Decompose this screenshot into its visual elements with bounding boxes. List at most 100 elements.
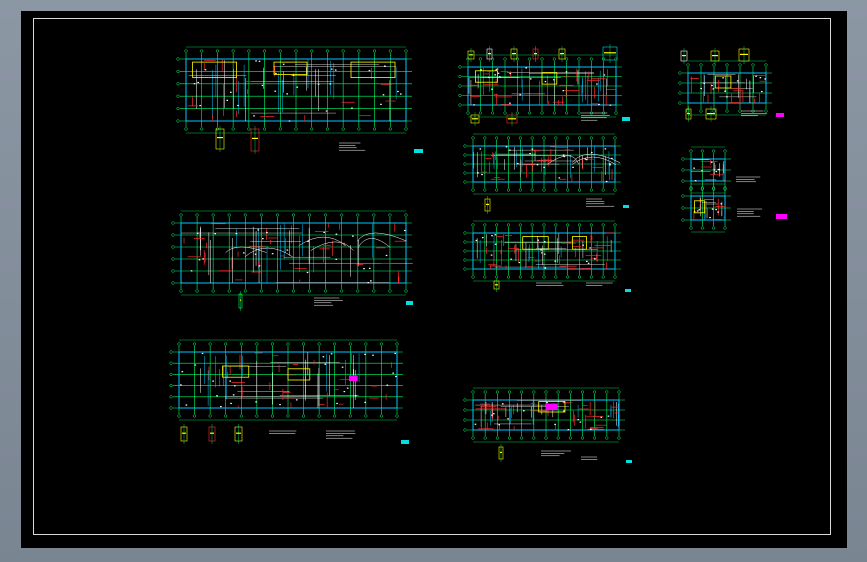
fixture bbox=[306, 271, 309, 274]
floor-plan-10 bbox=[681, 183, 731, 233]
fixture bbox=[543, 240, 546, 243]
fixture bbox=[693, 167, 695, 169]
axis-bubble bbox=[259, 289, 263, 293]
axis-bubble bbox=[589, 188, 593, 192]
axis-bubble bbox=[471, 223, 475, 227]
fixture bbox=[216, 395, 218, 397]
fixture bbox=[579, 421, 582, 423]
fixture bbox=[229, 380, 231, 382]
fixture bbox=[197, 81, 199, 84]
fixture bbox=[717, 211, 719, 213]
axis-bubble bbox=[723, 149, 727, 153]
axis-bubble bbox=[613, 188, 617, 192]
detail-fill bbox=[236, 432, 241, 434]
fixture bbox=[196, 232, 199, 234]
detail-8b bbox=[705, 106, 717, 122]
axis-bubble bbox=[211, 289, 215, 293]
fixture bbox=[385, 254, 388, 257]
fixture bbox=[384, 65, 386, 67]
axis-bubble bbox=[507, 390, 512, 394]
fixture bbox=[491, 235, 493, 237]
axis-bubble bbox=[227, 289, 231, 293]
axis-bubble bbox=[404, 127, 408, 131]
axis-bubble bbox=[247, 49, 251, 53]
axis-bubble bbox=[699, 63, 703, 67]
axis-bubble bbox=[725, 63, 729, 67]
axis-bubble bbox=[239, 414, 243, 418]
fixture bbox=[266, 231, 268, 234]
axis-bubble bbox=[507, 436, 512, 440]
axis-bubble bbox=[179, 289, 183, 293]
axis-bubble bbox=[169, 395, 173, 399]
fixture bbox=[609, 164, 611, 166]
fixture bbox=[572, 166, 574, 168]
fixture bbox=[598, 103, 600, 106]
axis-bubble bbox=[286, 414, 290, 418]
highlight-fill bbox=[546, 403, 558, 411]
axis-bubble bbox=[171, 269, 175, 273]
axis-bubble bbox=[463, 231, 467, 235]
plan-8-marker bbox=[776, 113, 784, 117]
axis-bubble bbox=[601, 275, 605, 279]
axis-bubble bbox=[552, 111, 556, 115]
plan-2-marker bbox=[406, 301, 413, 305]
fixture bbox=[567, 429, 570, 431]
fixture bbox=[286, 249, 289, 251]
fixture bbox=[185, 404, 188, 406]
fixture bbox=[554, 423, 556, 426]
fixture bbox=[395, 375, 397, 378]
axis-bubble bbox=[700, 149, 704, 153]
axis-bubble bbox=[503, 111, 507, 115]
axis-bubble bbox=[463, 267, 467, 271]
axis-bubble bbox=[503, 57, 507, 61]
fixture bbox=[329, 83, 332, 85]
plan-1-notes bbox=[339, 142, 366, 151]
fixture bbox=[605, 180, 608, 183]
fixture bbox=[494, 74, 496, 76]
axis-bubble bbox=[243, 213, 247, 217]
fixture bbox=[529, 152, 531, 155]
axis-bubble bbox=[613, 223, 617, 227]
axis-bubble bbox=[566, 188, 570, 192]
floor-plan-9 bbox=[681, 146, 731, 194]
axis-bubble bbox=[554, 188, 558, 192]
axis-bubble bbox=[270, 342, 274, 346]
detail-5a bbox=[484, 196, 491, 214]
axis-bubble bbox=[177, 342, 181, 346]
fixture bbox=[712, 88, 715, 90]
axis-bubble bbox=[712, 149, 716, 153]
fixture bbox=[523, 410, 525, 412]
fixture bbox=[194, 364, 197, 366]
axis-bubble bbox=[515, 111, 519, 115]
axis-bubble bbox=[340, 289, 344, 293]
axis-bubble bbox=[379, 414, 383, 418]
fixture bbox=[343, 390, 346, 393]
axis-bubble bbox=[463, 428, 467, 432]
fixture bbox=[491, 414, 493, 416]
axis-bubble bbox=[239, 342, 243, 346]
fixture bbox=[257, 229, 260, 231]
axis-bubble bbox=[184, 49, 188, 53]
axis-bubble bbox=[506, 188, 511, 192]
axis-bubble bbox=[341, 49, 345, 53]
fixture bbox=[543, 166, 545, 169]
axis-bubble bbox=[200, 49, 204, 53]
axis-bubble bbox=[678, 91, 682, 95]
axis-bubble bbox=[227, 213, 231, 217]
detail-fill bbox=[512, 53, 516, 55]
fixture bbox=[519, 94, 522, 96]
axis-bubble bbox=[605, 390, 609, 394]
axis-bubble bbox=[463, 171, 467, 175]
axis-bubble bbox=[263, 49, 267, 53]
axis-bubble bbox=[291, 213, 296, 217]
plan-7-notes-b bbox=[581, 456, 598, 460]
fixture bbox=[553, 79, 555, 81]
detail-fill bbox=[488, 53, 491, 55]
detail-fill bbox=[712, 55, 718, 57]
axis-bubble bbox=[364, 342, 368, 346]
fixture bbox=[698, 209, 701, 211]
axis-bubble bbox=[195, 213, 199, 217]
cad-drawing-sheet[interactable] bbox=[21, 11, 847, 548]
axis-bubble bbox=[176, 107, 180, 111]
axis-bubble bbox=[518, 223, 522, 227]
